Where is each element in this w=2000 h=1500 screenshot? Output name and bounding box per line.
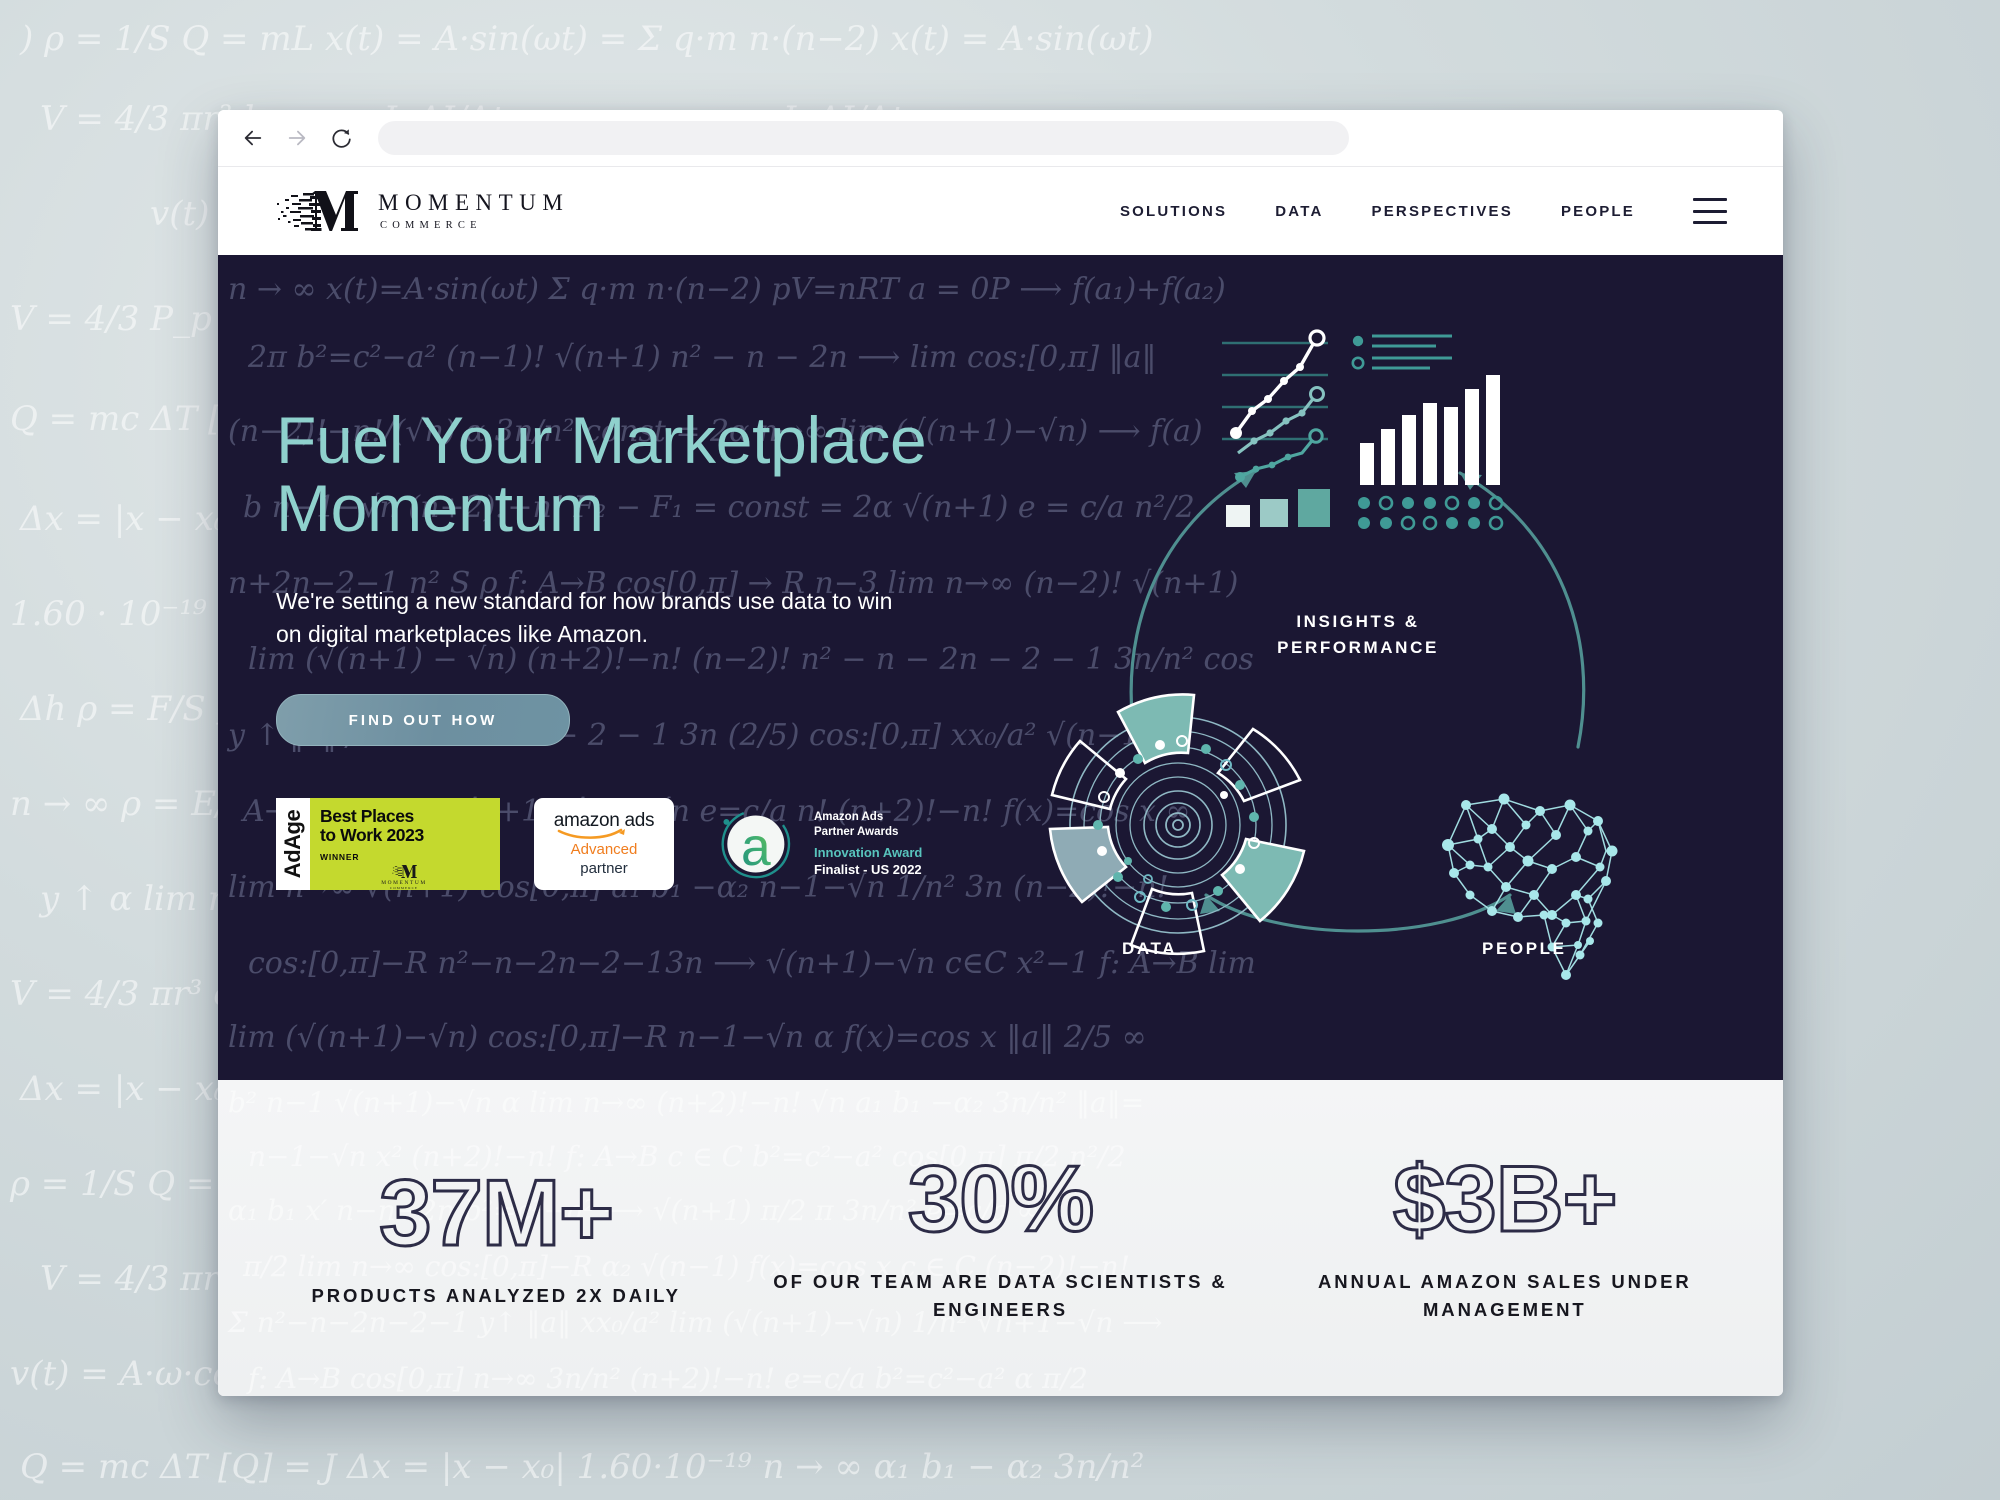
hero-content: Fuel Your Marketplace Momentum We're set… bbox=[218, 255, 998, 1080]
adage-momentum-logo: MOMENTUM COMMERCE bbox=[320, 864, 488, 890]
reload-icon bbox=[332, 129, 351, 148]
stat-item: $3B+ ANNUAL AMAZON SALES UNDER MANAGEMEN… bbox=[1253, 1146, 1757, 1324]
award-badges: AdAge Best Places to Work 2023 WINNER MO… bbox=[276, 798, 998, 891]
hero-title: Fuel Your Marketplace Momentum bbox=[276, 403, 927, 545]
arrow-left-icon bbox=[244, 130, 262, 146]
hamburger-menu-icon[interactable] bbox=[1693, 198, 1727, 224]
innovation-award-text: Amazon Ads Partner Awards Innovation Awa… bbox=[814, 810, 922, 878]
adage-winner-label: WINNER bbox=[320, 852, 360, 863]
find-out-how-button[interactable]: FIND OUT HOW bbox=[276, 694, 570, 747]
adage-brand-label: AdAge bbox=[280, 810, 306, 879]
arrow-right-icon bbox=[288, 130, 306, 146]
cycle-diagram-area: INSIGHTS & PERFORMANCE DATA PEOPLE bbox=[998, 255, 1783, 1080]
svg-text:a: a bbox=[741, 818, 771, 877]
adage-brand-rail: AdAge bbox=[276, 798, 310, 891]
momentum-m-logo-icon bbox=[277, 191, 358, 231]
hero-subtitle: We're setting a new standard for how bra… bbox=[276, 587, 893, 647]
main-navigation: SOLUTIONS DATA PERSPECTIVES PEOPLE bbox=[1096, 193, 1731, 230]
nav-item-solutions[interactable]: SOLUTIONS bbox=[1096, 193, 1251, 230]
reload-button[interactable] bbox=[328, 125, 354, 151]
adage-logo-subtitle: COMMERCE bbox=[389, 886, 419, 891]
badge-amazon-ads-advanced-partner[interactable]: amazon ads Advanced partner bbox=[534, 798, 674, 891]
logo-wordmark: MOMENTUM COMMERCE bbox=[378, 191, 569, 232]
logo-subtitle: COMMERCE bbox=[380, 219, 482, 231]
site-logo[interactable]: MOMENTUM COMMERCE bbox=[276, 188, 569, 234]
stat-number: 37M+ bbox=[378, 1160, 616, 1266]
amazon-ads-tier: Advanced bbox=[570, 841, 638, 859]
back-button[interactable] bbox=[240, 125, 266, 151]
amazon-smile-icon bbox=[557, 828, 625, 840]
cycle-label-insights: INSIGHTS & PERFORMANCE bbox=[1277, 612, 1439, 657]
innovation-line-2: Partner Awards bbox=[814, 825, 899, 838]
adage-body: Best Places to Work 2023 WINNER MOMENTUM… bbox=[310, 798, 500, 891]
analytics-charts-icon bbox=[1222, 329, 1504, 531]
nav-item-perspectives[interactable]: PERSPECTIVES bbox=[1348, 193, 1537, 230]
page-root: ) ρ = 1/S Q = mL x(t) = A·sin(ωt) = Σ q·… bbox=[0, 0, 2000, 1500]
stat-label: PRODUCTS ANALYZED 2X DAILY bbox=[311, 1285, 681, 1307]
hero-section: n → ∞ x(t)=A·sin(ωt) Σ q·m n·(n−2) pV=nR… bbox=[218, 255, 1783, 1080]
innovation-line-3: Innovation Award bbox=[814, 845, 923, 861]
stats-section: b² n−1 √(n+1)−√n α lim n→∞ (n+2)!−n! √n … bbox=[218, 1080, 1783, 1396]
badge-amazon-ads-innovation-award[interactable]: a Amazon Ads Partner Awards Innovation A… bbox=[708, 798, 922, 890]
site-header: MOMENTUM COMMERCE SOLUTIONS DATA PERSPEC… bbox=[218, 167, 1783, 255]
nav-item-data[interactable]: DATA bbox=[1251, 193, 1347, 230]
badge-adage-best-places-to-work[interactable]: AdAge Best Places to Work 2023 WINNER MO… bbox=[276, 798, 500, 891]
innovation-line-4: Finalist - US 2022 bbox=[814, 861, 922, 877]
forward-button[interactable] bbox=[284, 125, 310, 151]
radial-data-icon bbox=[1048, 693, 1306, 956]
browser-toolbar bbox=[218, 110, 1783, 167]
cycle-arrows bbox=[1129, 469, 1586, 933]
stat-label: OF OUR TEAM ARE DATA SCIENTISTS & ENGINE… bbox=[773, 1271, 1228, 1320]
logo-title: MOMENTUM bbox=[378, 189, 570, 215]
nav-item-people[interactable]: PEOPLE bbox=[1537, 193, 1659, 230]
amazon-ads-partner-awards-logo-icon: a bbox=[721, 809, 791, 879]
innovation-line-1: Amazon Ads bbox=[814, 811, 884, 824]
url-input[interactable] bbox=[378, 121, 1349, 155]
cycle-diagram: INSIGHTS & PERFORMANCE DATA PEOPLE bbox=[1018, 295, 1698, 995]
cycle-label-data: DATA bbox=[1122, 939, 1178, 958]
amazon-ads-wordmark: amazon ads bbox=[554, 811, 655, 840]
amazon-ads-tier-suffix: partner bbox=[580, 859, 628, 877]
svg-text:) ρ = 1/S Q = mL x(t) = A·: ) ρ = 1/S Q = mL x(t) = A·sin(ωt) = Σ q·… bbox=[19, 19, 1154, 59]
stat-item: 37M+ PRODUCTS ANALYZED 2X DAILY bbox=[244, 1160, 748, 1310]
svg-text:Q = mc ΔT [Q] = J Δx = |x: Q = mc ΔT [Q] = J Δx = |x − x₀| 1.60·10⁻… bbox=[20, 1447, 1144, 1487]
stat-item: 30% OF OUR TEAM ARE DATA SCIENTISTS & EN… bbox=[748, 1146, 1252, 1324]
stat-label: ANNUAL AMAZON SALES UNDER MANAGEMENT bbox=[1318, 1271, 1692, 1320]
stat-number: $3B+ bbox=[1392, 1146, 1619, 1252]
browser-window: MOMENTUM COMMERCE SOLUTIONS DATA PERSPEC… bbox=[218, 110, 1783, 1396]
momentum-m-logo-icon bbox=[392, 865, 417, 879]
cycle-label-people: PEOPLE bbox=[1482, 939, 1567, 958]
adage-headline: Best Places to Work 2023 bbox=[320, 806, 424, 846]
stat-number: 30% bbox=[906, 1146, 1095, 1252]
